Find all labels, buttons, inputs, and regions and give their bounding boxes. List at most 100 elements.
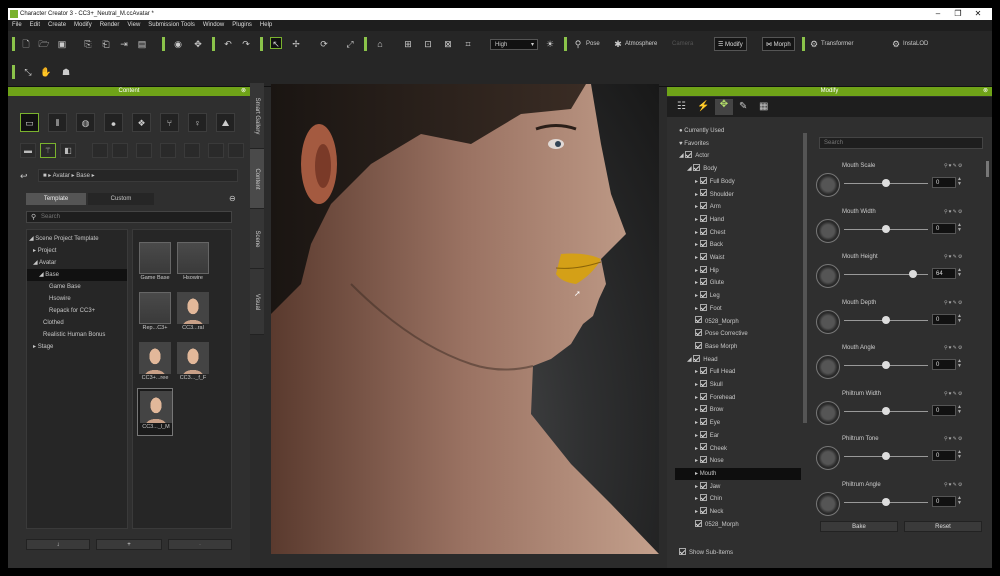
back-icon[interactable]: ↩ xyxy=(20,171,28,182)
checkbox-icon[interactable] xyxy=(699,405,707,413)
morph-tree-item[interactable]: ◢ Head xyxy=(675,354,801,366)
tree-item[interactable]: ◢ Scene Project Template xyxy=(27,233,127,245)
checkbox-icon[interactable] xyxy=(699,265,707,273)
redo-icon[interactable]: ↷ xyxy=(240,38,252,50)
slider-options-icon[interactable]: ⚲♥✎⚙ xyxy=(944,482,963,488)
morph-tree-item[interactable]: ▸ Hip xyxy=(675,265,801,277)
morph-tree-item[interactable]: ▸ Chin xyxy=(675,493,801,505)
tree-item-selected[interactable]: ◢ Base xyxy=(27,269,127,281)
fit-icon[interactable]: ⊡ xyxy=(422,38,434,50)
checkbox-icon[interactable] xyxy=(699,367,707,375)
morph-tree-item[interactable]: ▸ Ear xyxy=(675,430,801,442)
home-icon[interactable]: ⌂ xyxy=(374,38,386,50)
spinner-icon[interactable]: ▲ ▼ xyxy=(957,177,963,188)
tree-item[interactable]: ◢ Avatar xyxy=(27,257,127,269)
tree-item[interactable]: Realistic Human Bonus xyxy=(27,329,127,341)
checkbox-icon[interactable] xyxy=(699,303,707,311)
atmosphere-icon[interactable]: ✱ xyxy=(612,38,624,50)
checkbox-icon[interactable] xyxy=(699,252,707,260)
tab-texture-icon[interactable]: ▦ xyxy=(759,101,768,112)
tree-item[interactable]: Hsowire xyxy=(27,293,127,305)
morph-tree-item[interactable]: 0528_Morph xyxy=(675,316,801,328)
slider-options-icon[interactable]: ⚲♥✎⚙ xyxy=(944,436,963,442)
morph-tree-item[interactable]: ▸ Hand xyxy=(675,214,801,226)
tree-item[interactable]: ▸ Project xyxy=(27,245,127,257)
maximize-button[interactable]: ❐ xyxy=(948,9,968,19)
transformer-button[interactable]: Transformer xyxy=(821,38,853,50)
sub-category-button-active[interactable]: ⚚ xyxy=(40,143,56,158)
pose-icon[interactable]: ⚲ xyxy=(572,38,584,50)
slider-options-icon[interactable]: ⚲♥✎⚙ xyxy=(944,345,963,351)
category-clothes-button[interactable]: ⦁ xyxy=(104,113,123,132)
morph-tree-item[interactable]: ▸ Back xyxy=(675,239,801,251)
thumbnail-item[interactable]: CC3..._f_F xyxy=(175,340,211,388)
category-pose-button[interactable]: ♀ xyxy=(188,113,207,132)
morph-tree-item[interactable]: Pose Corrective xyxy=(675,328,801,340)
morph-tree-item[interactable]: Base Morph xyxy=(675,341,801,353)
tab-attributes-icon[interactable]: ☷ xyxy=(677,101,686,112)
pose-button[interactable]: Pose xyxy=(586,38,600,50)
checkbox-icon[interactable] xyxy=(699,227,707,235)
menu-modify[interactable]: Modify xyxy=(70,20,96,28)
slider-options-icon[interactable]: ⚲♥✎⚙ xyxy=(944,300,963,306)
slider-knob[interactable] xyxy=(882,497,890,506)
morph-tree-item[interactable]: ▸ Neck xyxy=(675,506,801,518)
slider-value-field[interactable]: 0 xyxy=(932,359,956,370)
checkbox-icon[interactable] xyxy=(695,316,702,324)
options-icon[interactable]: ⊖ xyxy=(229,194,236,203)
select-arrow-icon[interactable]: ↖ xyxy=(270,37,282,49)
morph-tree-item[interactable]: ▸ Chest xyxy=(675,227,801,239)
morph-tree-item[interactable]: 0528_Morph xyxy=(675,519,801,531)
morph-tree-item[interactable]: ◢ Actor xyxy=(675,150,801,162)
tab-scene[interactable]: Scene xyxy=(250,209,264,269)
checkbox-icon[interactable] xyxy=(699,456,707,464)
close-panel-icon[interactable]: ⊗ xyxy=(983,87,988,96)
slider-options-icon[interactable]: ⚲♥✎⚙ xyxy=(944,254,963,260)
category-scene-button[interactable]: ⛰ xyxy=(216,113,235,132)
checkbox-icon[interactable] xyxy=(695,329,702,337)
modify-button[interactable]: ☰ Modify xyxy=(714,37,747,51)
checkbox-icon[interactable] xyxy=(699,481,707,489)
menu-create[interactable]: Create xyxy=(44,20,70,28)
checkbox-icon[interactable] xyxy=(699,189,707,197)
morph-search-field[interactable]: Search xyxy=(819,137,983,149)
category-skin-button[interactable]: ◍ xyxy=(76,113,95,132)
morph-tree-item[interactable]: ▸ Forehead xyxy=(675,392,801,404)
tree-item[interactable]: Game Base xyxy=(27,281,127,293)
grab-icon[interactable]: ✋ xyxy=(40,66,52,78)
search-field[interactable]: ⚲ Search xyxy=(26,211,232,223)
morph-tree-item[interactable]: ▸ Mouth xyxy=(675,467,801,480)
tree-item[interactable]: Clothed xyxy=(27,317,127,329)
minimize-button[interactable]: – xyxy=(928,9,948,19)
save-icon[interactable]: ▣ xyxy=(56,38,68,50)
thumbnail-item[interactable]: Rep...C3+ xyxy=(137,290,173,338)
undo-icon[interactable]: ↶ xyxy=(222,38,234,50)
checkbox-icon[interactable] xyxy=(699,278,707,286)
checkbox-icon[interactable] xyxy=(695,341,702,349)
instalod-icon[interactable]: ⚙ xyxy=(890,38,902,50)
menu-window[interactable]: Window xyxy=(199,20,228,28)
morph-search-input[interactable]: Search xyxy=(824,140,843,146)
spinner-icon[interactable]: ▲ ▼ xyxy=(957,313,963,325)
checkbox-icon[interactable] xyxy=(685,151,693,159)
checkbox-icon[interactable] xyxy=(699,379,707,387)
spinner-icon[interactable]: ▲ ▼ xyxy=(957,450,963,461)
camera-button[interactable]: Camera xyxy=(672,38,693,50)
checkbox-icon[interactable] xyxy=(699,202,707,210)
checkbox-icon[interactable] xyxy=(699,240,707,248)
spinner-icon[interactable]: ▲ ▼ xyxy=(957,222,963,234)
morph-tree-item[interactable]: ▸ Eye xyxy=(675,417,801,429)
move-icon[interactable]: ✢ xyxy=(290,38,302,50)
menu-file[interactable]: File xyxy=(8,20,26,28)
slider-knob[interactable] xyxy=(882,179,890,187)
checkbox-icon[interactable] xyxy=(699,430,707,438)
checkbox-icon[interactable] xyxy=(699,443,707,451)
morph-tree-item[interactable]: ● Currently Used xyxy=(675,125,801,137)
sub-category-slot[interactable] xyxy=(184,143,200,158)
checkbox-icon[interactable] xyxy=(695,519,702,527)
render-icon[interactable]: ▤ xyxy=(136,38,148,50)
morph-tree-item[interactable]: ▸ Skull xyxy=(675,379,801,391)
close-panel-icon[interactable]: ⊗ xyxy=(241,87,246,96)
tab-content[interactable]: Content xyxy=(250,149,264,209)
tab-motion-icon[interactable]: ⚡ xyxy=(697,101,709,112)
